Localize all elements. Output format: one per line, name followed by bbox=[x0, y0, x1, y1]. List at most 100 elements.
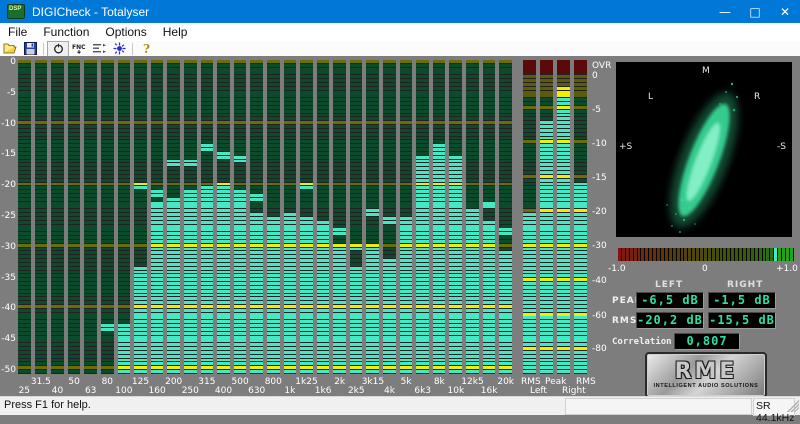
corr-zero-label: 0 bbox=[702, 264, 708, 274]
meter-scale-label: 0 bbox=[592, 71, 598, 81]
correlation-segment bbox=[770, 248, 773, 261]
correlation-segment bbox=[731, 248, 734, 261]
spectrum-db-label: -45 bbox=[0, 334, 16, 344]
band-label-2k: 2k bbox=[334, 377, 345, 387]
rme-logo: RME INTELLIGENT AUDIO SOLUTIONS bbox=[645, 352, 767, 398]
menu-item-help[interactable]: Help bbox=[155, 23, 196, 41]
power-button[interactable] bbox=[47, 41, 69, 57]
meter-scale-label: -10 bbox=[592, 139, 607, 149]
floppy-disk-icon bbox=[24, 42, 37, 55]
rms-row-label: RMS bbox=[612, 316, 637, 326]
correlation-segment bbox=[727, 248, 730, 261]
band-label-2k5: 2k5 bbox=[348, 386, 365, 396]
correlation-segment bbox=[649, 248, 652, 261]
correlation-segment bbox=[634, 248, 637, 261]
correlation-segment bbox=[759, 248, 762, 261]
display-options-button[interactable] bbox=[109, 42, 129, 56]
correlation-segment bbox=[653, 248, 656, 261]
status-bar: Press F1 for help. SR 44.1kHz bbox=[0, 396, 800, 415]
correlation-segment bbox=[618, 248, 621, 261]
correlation-segment bbox=[661, 248, 664, 261]
spectrum-db-label: 0 bbox=[0, 57, 16, 67]
spectrum-band-50 bbox=[68, 60, 81, 374]
menu-item-options[interactable]: Options bbox=[97, 23, 154, 41]
spectrum-band-100 bbox=[118, 60, 131, 374]
correlation-meter bbox=[618, 248, 794, 261]
toolbar-separator bbox=[43, 43, 44, 55]
gonio-label-mid: M bbox=[702, 66, 710, 76]
spectrum-band-4k bbox=[383, 60, 396, 374]
gonio-blob bbox=[616, 62, 792, 237]
correlation-segment bbox=[681, 248, 684, 261]
meter-scale-label: -15 bbox=[592, 173, 607, 183]
gonio-label-minus-s: -S bbox=[777, 142, 786, 152]
spectrum-band-160 bbox=[151, 60, 164, 374]
correlation-segment bbox=[766, 248, 769, 261]
peak-right-readout: -1,5 dB bbox=[708, 292, 776, 309]
resize-grip[interactable] bbox=[787, 400, 799, 412]
open-file-button[interactable] bbox=[0, 42, 20, 56]
window-title: DIGICheck - Totalyser bbox=[32, 5, 710, 19]
band-label-250: 250 bbox=[182, 386, 199, 396]
status-empty-panel bbox=[565, 398, 752, 415]
band-label-16k: 16k bbox=[481, 386, 498, 396]
rme-logo-subtext: INTELLIGENT AUDIO SOLUTIONS bbox=[654, 383, 759, 389]
band-label-125: 125 bbox=[132, 377, 149, 387]
close-button[interactable]: ✕ bbox=[770, 0, 800, 23]
correlation-segment bbox=[638, 248, 641, 261]
band-label-25: 25 bbox=[19, 386, 30, 396]
title-bar[interactable]: DIGICheck - Totalyser — □ ✕ bbox=[0, 0, 800, 23]
rme-logo-text: RME bbox=[675, 362, 738, 382]
rms-left-readout: -20,2 dB bbox=[636, 312, 704, 329]
band-label-500: 500 bbox=[232, 377, 249, 387]
spectrum-db-label: -10 bbox=[0, 119, 16, 129]
correlation-segment bbox=[735, 248, 738, 261]
correlation-indicator bbox=[774, 248, 777, 261]
preset-list-button[interactable] bbox=[89, 42, 109, 56]
spectrum-band-8k bbox=[433, 60, 446, 374]
meter-rms-right bbox=[574, 60, 587, 374]
help-button[interactable]: ? bbox=[136, 42, 156, 56]
spectrum-band-400 bbox=[217, 60, 230, 374]
spectrum-band-5k bbox=[400, 60, 413, 374]
correlation-segment bbox=[630, 248, 633, 261]
meter-scale-label: -30 bbox=[592, 241, 607, 251]
spectrum-db-label: -15 bbox=[0, 149, 16, 159]
function-select-button[interactable]: FNC bbox=[69, 42, 89, 56]
correlation-segment bbox=[645, 248, 648, 261]
correlation-segment bbox=[723, 248, 726, 261]
correlation-segment bbox=[755, 248, 758, 261]
band-label-160: 160 bbox=[149, 386, 166, 396]
correlation-segment bbox=[782, 248, 785, 261]
spectrum-band-16k bbox=[483, 60, 496, 374]
app-icon bbox=[7, 4, 25, 19]
menu-item-function[interactable]: Function bbox=[35, 23, 97, 41]
minimize-button[interactable]: — bbox=[710, 0, 740, 23]
spectrum-band-125 bbox=[134, 60, 147, 374]
correlation-segment bbox=[743, 248, 746, 261]
correlation-segment bbox=[696, 248, 699, 261]
digicheck-window: DIGICheck - Totalyser — □ ✕ FileFunction… bbox=[0, 0, 800, 414]
toolbar: FNC bbox=[0, 41, 800, 56]
peak-left-readout: -6,5 dB bbox=[636, 292, 704, 309]
spectrum-db-label: -20 bbox=[0, 180, 16, 190]
meter-label-left: Left bbox=[530, 386, 547, 396]
spectrum-analyser bbox=[18, 60, 516, 374]
spectrum-band-1k25 bbox=[300, 60, 313, 374]
maximize-button[interactable]: □ bbox=[740, 0, 770, 23]
save-button[interactable] bbox=[20, 42, 40, 56]
spectrum-band-6k3 bbox=[416, 60, 429, 374]
band-label-5k: 5k bbox=[401, 377, 412, 387]
toolbar-separator bbox=[132, 43, 133, 55]
spectrum-band-40 bbox=[51, 60, 64, 374]
fnc-icon: FNC bbox=[71, 42, 87, 55]
spectrum-band-2k5 bbox=[350, 60, 363, 374]
menu-item-file[interactable]: File bbox=[0, 23, 35, 41]
spectrum-db-label: -40 bbox=[0, 303, 16, 313]
question-mark-icon: ? bbox=[141, 42, 152, 55]
correlation-segment bbox=[677, 248, 680, 261]
spectrum-db-label: -35 bbox=[0, 273, 16, 283]
correlation-segment bbox=[708, 248, 711, 261]
meter-scale-label: -60 bbox=[592, 311, 607, 321]
correlation-segment bbox=[720, 248, 723, 261]
